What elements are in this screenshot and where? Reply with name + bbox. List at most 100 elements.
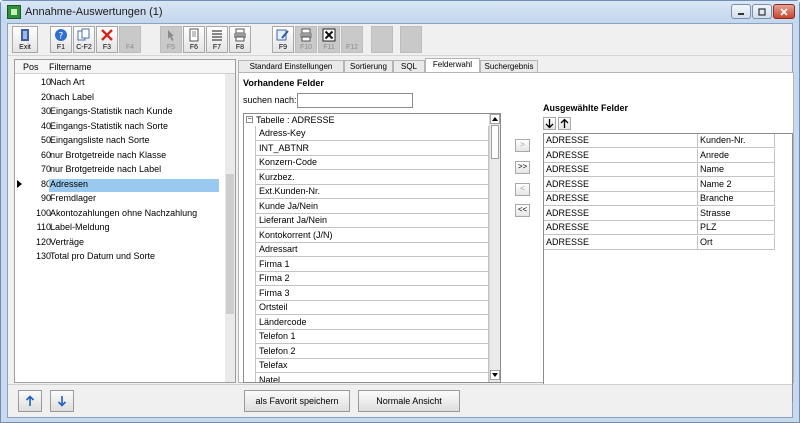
available-field-item[interactable]: Telefon 2: [255, 343, 489, 359]
close-icon: [780, 8, 788, 16]
filter-row[interactable]: 70 nur Brotgetreide nach Label: [15, 162, 227, 176]
filter-row[interactable]: 20 nach Label: [15, 90, 227, 104]
tab-felderwahl[interactable]: Felderwahl: [425, 58, 480, 72]
maximize-button[interactable]: [752, 4, 772, 19]
available-fields-tree[interactable]: − Tabelle : ADRESSE Adress-Key INT_ABTNR K…: [243, 113, 501, 383]
filter-name: Fremdlager: [50, 193, 97, 203]
available-field-item[interactable]: Kontokorrent (J/N): [255, 227, 489, 243]
toolbar-button-exit[interactable]: Exit: [12, 26, 38, 53]
toolbar-button-c-f2[interactable]: C-F2: [73, 26, 95, 53]
move-down-button[interactable]: [543, 117, 556, 130]
filter-row[interactable]: 30 Eingangs-Statistik nach Kunde: [15, 104, 227, 118]
available-field-item[interactable]: Adress-Key: [255, 126, 489, 141]
toolbar-button-f11[interactable]: F11: [318, 26, 340, 53]
available-field-item[interactable]: Firma 2: [255, 271, 489, 286]
available-field-item[interactable]: Lieferant Ja/Nein: [255, 213, 489, 228]
filter-row[interactable]: 120 Verträge: [15, 235, 227, 249]
toolbar-button-f4[interactable]: F4: [119, 26, 141, 53]
available-field-item[interactable]: Natel: [255, 372, 489, 382]
filter-row[interactable]: 130 Total pro Datum und Sorte: [15, 249, 227, 263]
available-field-item[interactable]: Telefon 1: [255, 329, 489, 344]
filter-row[interactable]: 90 Fremdlager: [15, 191, 227, 205]
available-field-item[interactable]: Telefax: [255, 358, 489, 373]
selected-fields-grid[interactable]: ADRESSE Kunden-Nr. ADRESSE Anrede ADRESSE Nam…: [543, 133, 793, 402]
toolbar-button-empty-13[interactable]: [371, 26, 393, 53]
toolbar-button-f12[interactable]: F12: [341, 26, 363, 53]
toolbar-button-f6[interactable]: F6: [183, 26, 205, 53]
search-input[interactable]: [297, 93, 413, 108]
column-header-pos[interactable]: Pos: [23, 62, 39, 72]
toolbar-button-f7[interactable]: F7: [206, 26, 228, 53]
save-favorite-button[interactable]: als Favorit speichern: [244, 390, 350, 412]
remove-field-button[interactable]: <: [515, 183, 530, 196]
scroll-thumb[interactable]: [226, 174, 234, 314]
minimize-button[interactable]: [731, 4, 751, 19]
close-button[interactable]: [773, 4, 795, 19]
selected-field-row[interactable]: ADRESSE Branche: [544, 192, 775, 206]
available-field-item[interactable]: Ortsteil: [255, 300, 489, 315]
available-field-item[interactable]: Firma 3: [255, 285, 489, 301]
title-bar[interactable]: Annahme-Auswertungen (1): [1, 1, 799, 23]
available-field-item[interactable]: Kunde Ja/Nein: [255, 198, 489, 214]
column-header-filtername[interactable]: Filtername: [49, 62, 92, 72]
toolbar-button-label: F8: [235, 44, 245, 51]
toolbar-button-empty-14[interactable]: [400, 26, 422, 53]
selected-field-row[interactable]: ADRESSE Anrede: [544, 148, 775, 163]
toolbar-button-label: C-F2: [76, 44, 92, 51]
filter-row[interactable]: 40 Eingangs-Statistik nach Sorte: [15, 119, 227, 133]
toolbar-button-f10[interactable]: F10: [295, 26, 317, 53]
filter-row[interactable]: 50 Eingangsliste nach Sorte: [15, 133, 227, 147]
tree-group-adresse[interactable]: − Tabelle : ADRESSE: [244, 114, 489, 126]
toolbar-button-f5[interactable]: F5: [160, 26, 182, 53]
toolbar-button-f3[interactable]: F3: [96, 26, 118, 53]
scroll-up-button[interactable]: [490, 114, 500, 124]
filter-list-scrollbar[interactable]: [225, 74, 235, 382]
toolbar-button-f8[interactable]: F8: [229, 26, 251, 53]
filter-name: Eingangs-Statistik nach Kunde: [50, 106, 173, 116]
move-filter-up-button[interactable]: [18, 390, 42, 412]
selected-field-row[interactable]: ADRESSE Kunden-Nr.: [544, 134, 775, 148]
tab-felderwahl-panel: Vorhandene Felder suchen nach: − Tabelle…: [238, 72, 794, 402]
selected-field-row[interactable]: ADRESSE Strasse: [544, 206, 775, 221]
available-fields-scrollbar[interactable]: [489, 114, 500, 382]
filter-name: Label-Meldung: [50, 222, 110, 232]
available-field-item[interactable]: Konzern-Code: [255, 155, 489, 170]
scroll-thumb[interactable]: [491, 125, 499, 159]
tab-suchergebnis[interactable]: Suchergebnis: [480, 60, 538, 72]
filter-row[interactable]: 80 Adressen: [15, 177, 227, 192]
tab-sql[interactable]: SQL: [393, 60, 425, 72]
scroll-down-button[interactable]: [490, 370, 500, 380]
move-up-button[interactable]: [558, 117, 571, 130]
move-filter-down-button[interactable]: [50, 390, 74, 412]
tab-sortierung[interactable]: Sortierung: [344, 60, 393, 72]
toolbar-button-f1[interactable]: ? F1: [50, 26, 72, 53]
available-field-item[interactable]: Kurzbez.: [255, 169, 489, 185]
selected-field-row[interactable]: ADRESSE Name 2: [544, 177, 775, 192]
toolbar-button-f9[interactable]: F9: [272, 26, 294, 53]
filter-row[interactable]: 10 Nach Art: [15, 75, 227, 89]
remove-all-fields-button[interactable]: <<: [515, 204, 530, 217]
collapse-icon[interactable]: −: [246, 116, 253, 123]
add-all-fields-button[interactable]: >>: [515, 161, 530, 174]
tab-standard-einstellungen[interactable]: Standard Einstellungen: [238, 60, 344, 72]
available-field-item[interactable]: Adressart: [255, 242, 489, 257]
available-field-item[interactable]: Ländercode: [255, 314, 489, 330]
normal-view-button[interactable]: Normale Ansicht: [358, 390, 460, 412]
selected-field-row[interactable]: ADRESSE PLZ: [544, 221, 775, 235]
filter-name: nur Brotgetreide nach Label: [50, 164, 162, 174]
filter-row[interactable]: 100 Akontozahlungen ohne Nachzahlung: [15, 206, 227, 220]
add-field-button[interactable]: >: [515, 139, 530, 152]
selected-field-table: ADRESSE: [544, 206, 698, 221]
selected-field-row[interactable]: ADRESSE Ort: [544, 235, 775, 250]
filter-row[interactable]: 110 Label-Meldung: [15, 220, 227, 234]
selected-field-table: ADRESSE: [544, 163, 698, 177]
available-field-item[interactable]: INT_ABTNR: [255, 140, 489, 156]
filter-row[interactable]: 60 nur Brotgetreide nach Klasse: [15, 148, 227, 162]
filter-list[interactable]: Pos Filtername 10 Nach Art 20 nach Label 30 E…: [14, 59, 236, 383]
available-field-item[interactable]: Ext.Kunden-Nr.: [255, 184, 489, 199]
filter-name: Nach Art: [50, 77, 85, 87]
available-field-item[interactable]: Firma 1: [255, 256, 489, 272]
filter-name: Adressen: [49, 178, 219, 192]
selected-field-table: ADRESSE: [544, 235, 698, 250]
selected-field-row[interactable]: ADRESSE Name: [544, 163, 775, 177]
